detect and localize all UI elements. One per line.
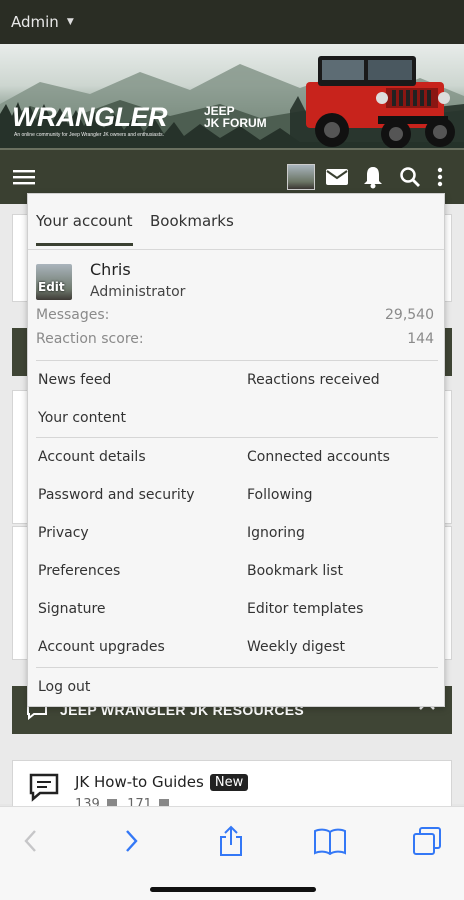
tab-bookmarks[interactable]: Bookmarks <box>150 212 234 230</box>
home-indicator <box>150 887 316 892</box>
user-role: Administrator <box>90 284 186 300</box>
user-avatar[interactable]: Edit <box>36 264 72 300</box>
divider <box>36 667 438 668</box>
reaction-score-value[interactable]: 144 <box>407 331 434 347</box>
tab-your-account[interactable]: Your account <box>36 212 133 246</box>
brand-main: WRANGLER <box>12 102 167 132</box>
brand-forum: JK FORUM <box>204 116 267 130</box>
browser-toolbar <box>0 806 464 900</box>
link-password-security[interactable]: Password and security <box>38 487 195 503</box>
link-bookmark-list[interactable]: Bookmark list <box>247 563 343 579</box>
dropdown-tabs: Your account Bookmarks <box>28 194 444 250</box>
link-weekly-digest[interactable]: Weekly digest <box>247 639 345 655</box>
user-block: Edit Chris Administrator Messages: 29,54… <box>28 250 444 360</box>
avatar-edit-label[interactable]: Edit <box>38 280 65 294</box>
forum-logo: WRANGLER JEEP JK FORUM An online communi… <box>12 102 267 138</box>
user-name[interactable]: Chris <box>90 260 131 279</box>
share-icon[interactable] <box>216 823 246 859</box>
tabs-icon[interactable] <box>410 823 444 859</box>
forum-banner[interactable]: WRANGLER JEEP JK FORUM An online communi… <box>0 44 464 148</box>
account-dropdown: Your account Bookmarks Edit Chris Admini… <box>27 193 445 707</box>
link-privacy[interactable]: Privacy <box>38 525 89 541</box>
caret-down-icon: ▼ <box>66 17 74 27</box>
link-news-feed[interactable]: News feed <box>38 372 111 388</box>
messages-value[interactable]: 29,540 <box>385 307 434 323</box>
forward-icon[interactable] <box>120 823 144 859</box>
divider <box>36 437 438 438</box>
link-following[interactable]: Following <box>247 487 313 503</box>
admin-menu[interactable]: Admin ▼ <box>0 0 464 44</box>
link-log-out[interactable]: Log out <box>38 679 90 695</box>
link-preferences[interactable]: Preferences <box>38 563 120 579</box>
reaction-score-label: Reaction score: <box>36 331 144 347</box>
link-editor-templates[interactable]: Editor templates <box>247 601 363 617</box>
back-icon[interactable] <box>18 823 42 859</box>
link-account-details[interactable]: Account details <box>38 449 146 465</box>
link-signature[interactable]: Signature <box>38 601 106 617</box>
new-badge: New <box>209 773 249 791</box>
resource-title-row: JK How-to Guides New <box>75 773 249 791</box>
link-your-content[interactable]: Your content <box>38 410 126 426</box>
resource-title[interactable]: JK How-to Guides <box>75 773 204 791</box>
link-connected-accounts[interactable]: Connected accounts <box>247 449 390 465</box>
admin-label: Admin <box>11 13 59 31</box>
link-ignoring[interactable]: Ignoring <box>247 525 305 541</box>
link-account-upgrades[interactable]: Account upgrades <box>38 639 165 655</box>
brand-sub: JEEP JK FORUM <box>204 105 294 129</box>
bookmarks-icon[interactable] <box>312 823 348 859</box>
brand-tagline: An online community for Jeep Wrangler JK… <box>14 132 164 138</box>
link-reactions-received[interactable]: Reactions received <box>247 372 380 388</box>
messages-label: Messages: <box>36 307 110 323</box>
divider <box>36 360 438 361</box>
forum-chat-icon <box>29 773 59 802</box>
